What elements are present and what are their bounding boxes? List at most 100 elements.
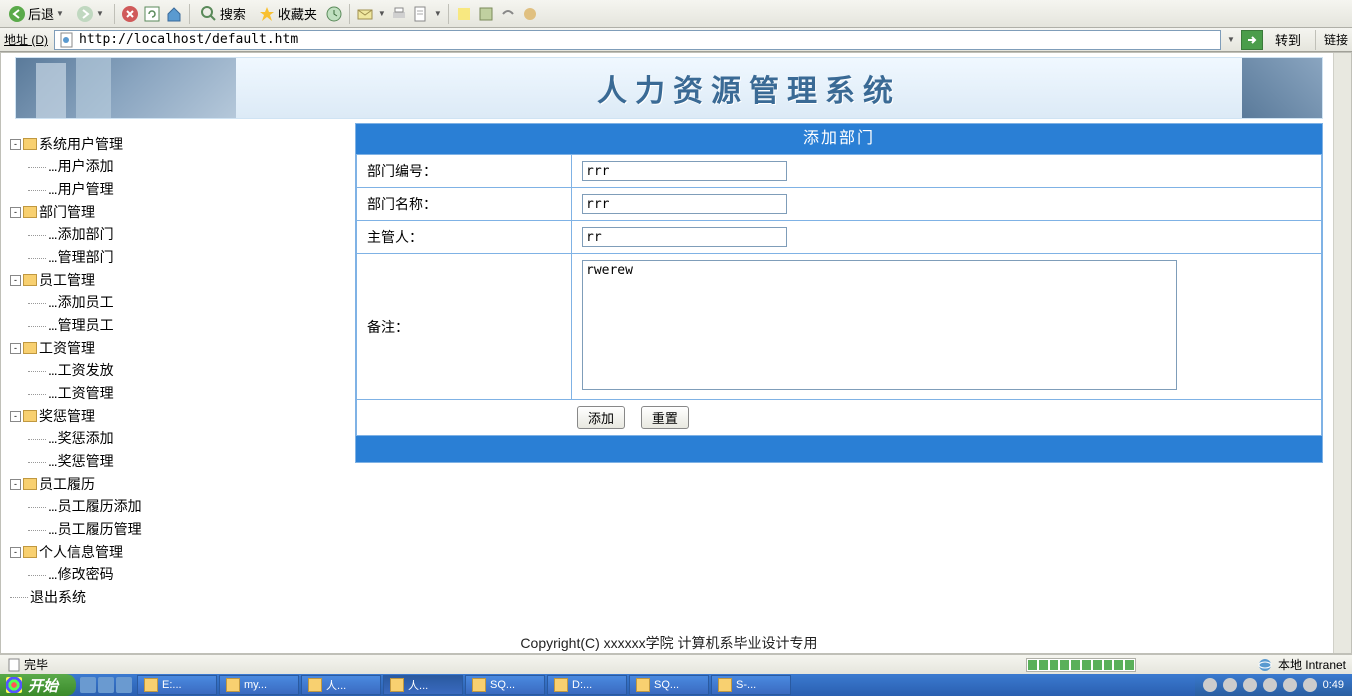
dept-name-input[interactable]: [582, 194, 787, 214]
task-label: my...: [244, 679, 267, 691]
stop-icon[interactable]: [121, 5, 139, 23]
tree-leaf[interactable]: 管理员工: [28, 314, 240, 337]
manager-input[interactable]: [582, 227, 787, 247]
tray-icon[interactable]: [1263, 678, 1277, 692]
banner-image-right: [1242, 58, 1322, 118]
links-label[interactable]: 链接: [1324, 31, 1348, 48]
form-footer: [356, 436, 1322, 462]
tree-label: 系统用户管理: [39, 133, 123, 155]
tree-label: 个人信息管理: [39, 541, 123, 563]
tray-icon[interactable]: [1223, 678, 1237, 692]
misc-icon[interactable]: [521, 5, 539, 23]
folder-icon: [23, 206, 37, 218]
dept-no-input[interactable]: [582, 161, 787, 181]
task-icon: [308, 678, 322, 692]
history-icon[interactable]: [325, 5, 343, 23]
start-button[interactable]: 开始: [0, 674, 76, 696]
dropdown-icon: ▼: [434, 9, 442, 18]
mail-icon[interactable]: [356, 5, 374, 23]
taskbar-task[interactable]: my...: [219, 675, 299, 695]
clock[interactable]: 0:49: [1323, 679, 1344, 691]
tree-leaf[interactable]: 修改密码: [28, 563, 240, 586]
scrollbar[interactable]: [1333, 53, 1351, 653]
tree-leaf[interactable]: 添加部门: [28, 223, 240, 246]
refresh-icon[interactable]: [143, 5, 161, 23]
collapse-icon[interactable]: -: [10, 479, 21, 490]
tree-node[interactable]: 退出系统: [10, 586, 240, 608]
collapse-icon[interactable]: -: [10, 207, 21, 218]
dropdown-icon[interactable]: ▼: [1227, 35, 1235, 44]
forward-icon: [76, 5, 94, 23]
taskbar-task[interactable]: E:...: [137, 675, 217, 695]
print-icon[interactable]: [390, 5, 408, 23]
tree-leaf[interactable]: 用户添加: [28, 155, 240, 178]
tree-leaf[interactable]: 奖惩管理: [28, 450, 240, 473]
tool-icon[interactable]: [499, 5, 517, 23]
reset-button[interactable]: 重置: [641, 406, 689, 429]
submit-button[interactable]: 添加: [577, 406, 625, 429]
task-label: SQ...: [654, 679, 679, 691]
leaf-label: 修改密码: [48, 566, 114, 582]
tree-leaf[interactable]: 管理部门: [28, 246, 240, 269]
tree-node[interactable]: -部门管理: [10, 201, 240, 223]
address-input[interactable]: http://localhost/default.htm: [54, 30, 1221, 50]
taskbar-task[interactable]: D:...: [547, 675, 627, 695]
tray-icon[interactable]: [1243, 678, 1257, 692]
tree-leaf[interactable]: 工资管理: [28, 382, 240, 405]
tree-leaf[interactable]: 员工履历管理: [28, 518, 240, 541]
tree-node[interactable]: -员工管理: [10, 269, 240, 291]
remark-textarea[interactable]: [582, 260, 1177, 390]
remark-label: 备注：: [357, 254, 572, 400]
tray-icon[interactable]: [1283, 678, 1297, 692]
task-label: 人...: [326, 677, 346, 693]
leaf-label: 添加部门: [48, 226, 114, 242]
home-icon[interactable]: [165, 5, 183, 23]
tree-leaf[interactable]: 员工履历添加: [28, 495, 240, 518]
tree-leaf[interactable]: 工资发放: [28, 359, 240, 382]
address-label: 地址 (D): [4, 31, 48, 48]
edit-icon[interactable]: [412, 5, 430, 23]
form-container: 添加部门 部门编号： 部门名称： 主管人：: [355, 123, 1323, 463]
banner: 人力资源管理系统: [15, 57, 1323, 119]
forward-button[interactable]: ▼: [72, 3, 108, 25]
ql-desktop-icon[interactable]: [98, 677, 114, 693]
taskbar-task[interactable]: SQ...: [629, 675, 709, 695]
tree-node[interactable]: - 系统用户管理: [10, 133, 240, 155]
collapse-icon[interactable]: -: [10, 139, 21, 150]
nav-tree: - 系统用户管理用户添加用户管理 -部门管理添加部门管理部门-员工管理添加员工管理员…: [10, 133, 240, 608]
favorites-button[interactable]: 收藏夹: [254, 2, 321, 25]
back-button[interactable]: 后退 ▼: [4, 2, 68, 25]
tree-node[interactable]: -奖惩管理: [10, 405, 240, 427]
tray-icon[interactable]: [1303, 678, 1317, 692]
go-button[interactable]: [1241, 30, 1263, 50]
collapse-icon[interactable]: -: [10, 547, 21, 558]
taskbar: 开始 E:...my...人...人...SQ...D:...SQ...S-..…: [0, 674, 1352, 696]
collapse-icon[interactable]: -: [10, 275, 21, 286]
tray-icon[interactable]: [1203, 678, 1217, 692]
collapse-icon[interactable]: -: [10, 343, 21, 354]
ql-app-icon[interactable]: [116, 677, 132, 693]
tree-leaf[interactable]: 用户管理: [28, 178, 240, 201]
calc-icon[interactable]: [477, 5, 495, 23]
taskbar-task[interactable]: SQ...: [465, 675, 545, 695]
task-icon: [718, 678, 732, 692]
folder-icon: [23, 274, 37, 286]
sidebar: - 系统用户管理用户添加用户管理 -部门管理添加部门管理部门-员工管理添加员工管理员…: [5, 123, 245, 618]
tree-node[interactable]: -员工履历: [10, 473, 240, 495]
search-button[interactable]: 搜索: [196, 2, 250, 25]
tree-node[interactable]: -工资管理: [10, 337, 240, 359]
tree-leaf[interactable]: 奖惩添加: [28, 427, 240, 450]
banner-image-left: [16, 58, 236, 118]
zone-icon: [1256, 656, 1274, 674]
collapse-icon[interactable]: -: [10, 411, 21, 422]
taskbar-task[interactable]: S-...: [711, 675, 791, 695]
note-icon[interactable]: [455, 5, 473, 23]
taskbar-task[interactable]: 人...: [301, 675, 381, 695]
tree-label: 退出系统: [30, 586, 86, 608]
address-bar: 地址 (D) http://localhost/default.htm ▼ 转到…: [0, 28, 1352, 52]
tree-node[interactable]: - 个人信息管理: [10, 541, 240, 563]
ql-ie-icon[interactable]: [80, 677, 96, 693]
taskbar-task[interactable]: 人...: [383, 675, 463, 695]
leaf-label: 用户管理: [48, 181, 114, 197]
tree-leaf[interactable]: 添加员工: [28, 291, 240, 314]
